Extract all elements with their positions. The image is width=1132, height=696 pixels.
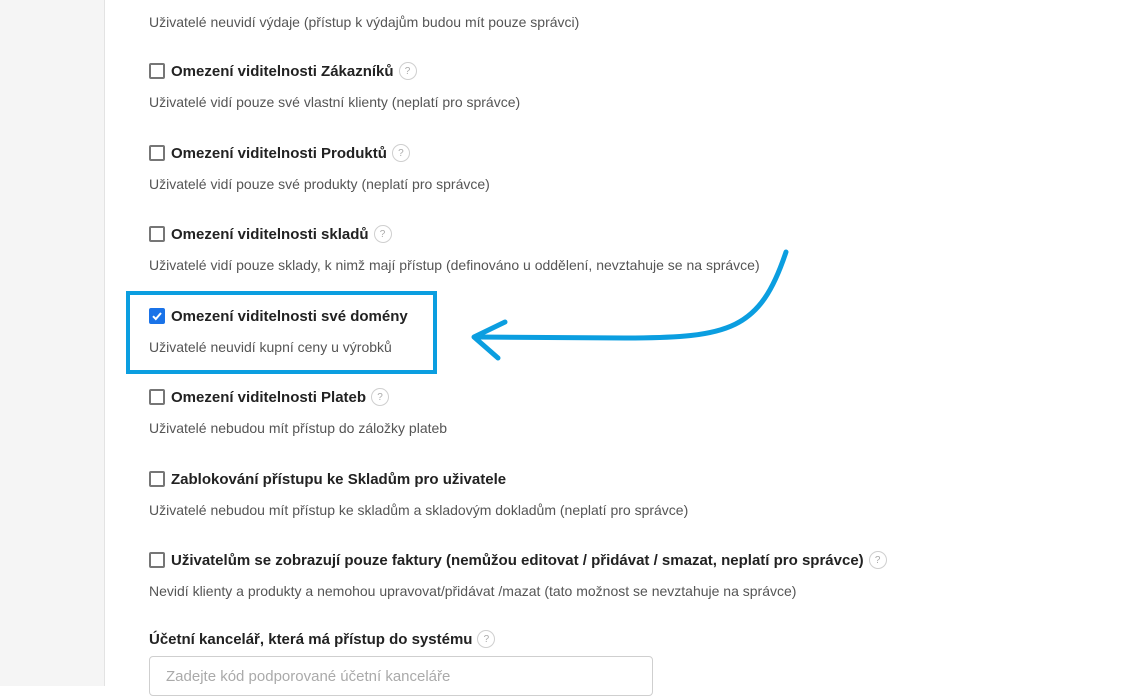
annotation-arrow-icon <box>471 249 789 361</box>
